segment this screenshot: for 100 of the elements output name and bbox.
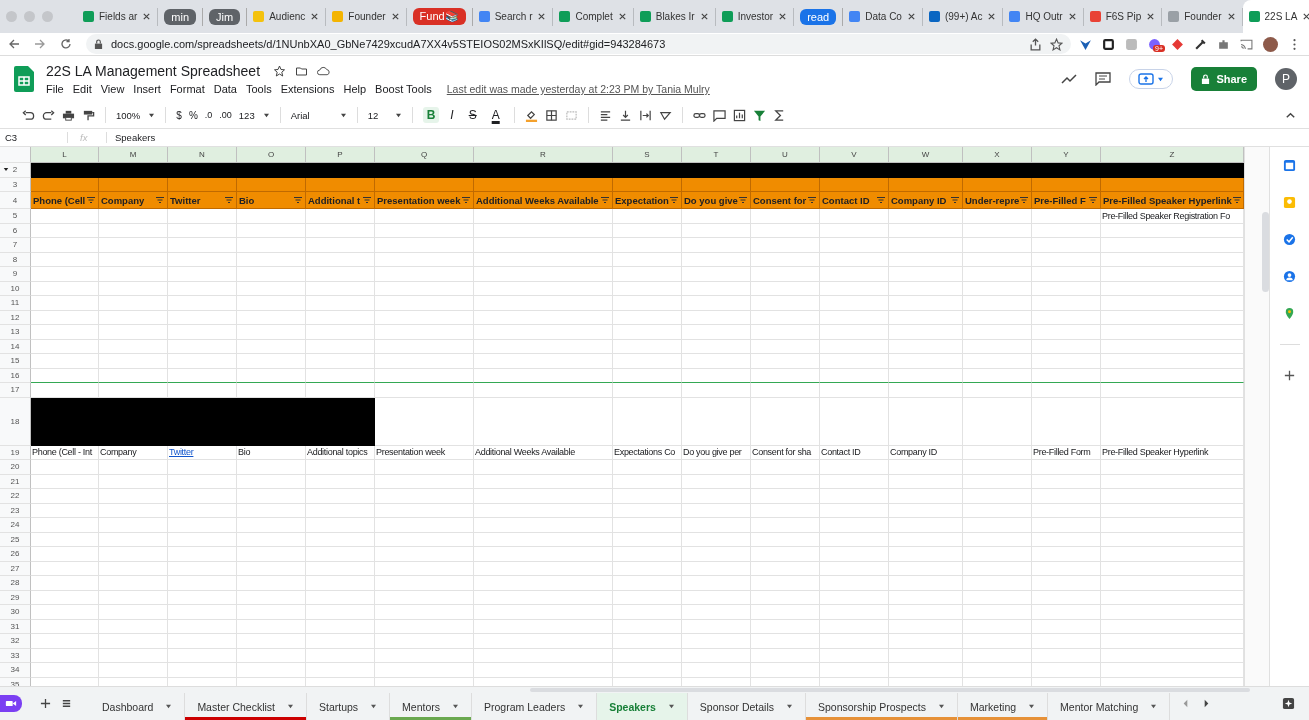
font-dropdown[interactable]: Arial bbox=[290, 109, 347, 121]
corner-cell[interactable] bbox=[0, 147, 31, 163]
format-button[interactable]: B bbox=[422, 107, 440, 123]
filter-icon[interactable] bbox=[669, 196, 679, 204]
column-header[interactable]: Z bbox=[1101, 147, 1244, 163]
row-header[interactable]: 11 bbox=[0, 296, 31, 311]
menu-item[interactable]: File bbox=[46, 83, 64, 95]
comment-icon[interactable] bbox=[1095, 72, 1112, 86]
row-header[interactable]: 7 bbox=[0, 238, 31, 253]
column-header[interactable]: P bbox=[306, 147, 375, 163]
browser-tab[interactable]: F6S Pip bbox=[1083, 7, 1163, 26]
filter-icon[interactable] bbox=[1088, 196, 1098, 204]
close-icon[interactable] bbox=[310, 12, 320, 21]
column-header[interactable]: V bbox=[820, 147, 889, 163]
name-box[interactable]: C3 bbox=[0, 132, 68, 143]
close-icon[interactable] bbox=[778, 12, 788, 21]
close-icon[interactable] bbox=[142, 12, 152, 21]
vertical-align-icon[interactable] bbox=[618, 108, 632, 122]
camera-button[interactable] bbox=[0, 695, 22, 712]
filter-icon[interactable] bbox=[876, 196, 886, 204]
filter-icon[interactable] bbox=[155, 196, 165, 204]
merge-cells-icon[interactable] bbox=[564, 108, 578, 122]
sheet-tab[interactable]: Mentors bbox=[390, 693, 473, 720]
row-header[interactable]: 22 bbox=[0, 489, 31, 504]
print-icon[interactable] bbox=[62, 108, 75, 122]
row-header[interactable]: 20 bbox=[0, 460, 31, 475]
trend-icon[interactable] bbox=[1061, 72, 1078, 86]
row-header[interactable]: 4 bbox=[0, 192, 31, 209]
cell-link[interactable]: Twitter bbox=[169, 447, 194, 458]
filter-icon[interactable] bbox=[807, 196, 817, 204]
filter-icon[interactable] bbox=[752, 108, 766, 122]
menu-item[interactable]: Insert bbox=[133, 83, 161, 95]
sheet-tab[interactable]: Sponsorship Prospects bbox=[806, 693, 958, 720]
paint-format-icon[interactable] bbox=[82, 108, 95, 122]
close-icon[interactable] bbox=[1302, 12, 1309, 21]
tab-group-chip[interactable]: read bbox=[800, 8, 837, 25]
close-icon[interactable] bbox=[1067, 12, 1077, 21]
share-button[interactable]: Share bbox=[1191, 67, 1257, 91]
tab-group-chip[interactable]: min bbox=[164, 8, 197, 25]
close-icon[interactable] bbox=[906, 12, 916, 21]
format-button[interactable]: S bbox=[464, 107, 481, 123]
row-header[interactable]: 2 bbox=[0, 163, 31, 178]
row-header[interactable]: 15 bbox=[0, 354, 31, 369]
format-button[interactable]: A bbox=[487, 107, 504, 123]
sheet-tab[interactable]: Sponsor Details bbox=[687, 693, 806, 720]
add-icon[interactable] bbox=[1283, 369, 1296, 382]
browser-tab[interactable]: Fields ar bbox=[77, 7, 159, 26]
filter-icon[interactable] bbox=[224, 196, 234, 204]
tasks-icon[interactable] bbox=[1283, 233, 1296, 246]
percent-button[interactable]: % bbox=[188, 109, 198, 121]
browser-tab[interactable]: Audienc bbox=[247, 7, 327, 26]
calendar-icon[interactable] bbox=[1283, 159, 1296, 172]
scrollbar-thumb[interactable] bbox=[1262, 212, 1269, 292]
sheets-logo-icon[interactable] bbox=[14, 66, 34, 92]
column-header[interactable]: W bbox=[889, 147, 963, 163]
column-header[interactable]: X bbox=[963, 147, 1032, 163]
fill-color-icon[interactable] bbox=[524, 108, 538, 122]
menu-item[interactable]: Data bbox=[213, 83, 237, 95]
account-avatar[interactable]: P bbox=[1275, 68, 1297, 90]
close-icon[interactable] bbox=[987, 12, 997, 21]
format-dropdown[interactable]: 123 bbox=[238, 109, 270, 121]
menu-item[interactable]: Extensions bbox=[280, 83, 335, 95]
column-header[interactable]: R bbox=[474, 147, 613, 163]
browser-tab[interactable]: Investor bbox=[715, 7, 795, 26]
add-sheet-icon[interactable] bbox=[40, 698, 51, 709]
close-icon[interactable] bbox=[1146, 12, 1156, 21]
font-size-dropdown[interactable]: 12 bbox=[367, 109, 402, 121]
column-header[interactable]: O bbox=[237, 147, 306, 163]
menu-item[interactable]: Tools bbox=[245, 83, 272, 95]
browser-tab[interactable]: Founder bbox=[326, 7, 407, 26]
extension-icon[interactable] bbox=[1102, 37, 1115, 51]
chart-icon[interactable] bbox=[732, 108, 746, 122]
menu-item[interactable]: Help bbox=[343, 83, 367, 95]
row-header[interactable]: 28 bbox=[0, 576, 31, 591]
sheet-tab[interactable]: Master Checklist bbox=[185, 693, 307, 720]
borders-icon[interactable] bbox=[544, 108, 558, 122]
cast-icon[interactable] bbox=[1240, 37, 1253, 51]
undo-icon[interactable] bbox=[22, 108, 35, 122]
close-icon[interactable] bbox=[1226, 12, 1236, 21]
filter-icon[interactable] bbox=[293, 196, 303, 204]
column-header[interactable]: L bbox=[31, 147, 99, 163]
row-header[interactable]: 26 bbox=[0, 547, 31, 562]
sheet-tab[interactable]: Startups bbox=[307, 693, 391, 720]
browser-tab[interactable]: (99+) Ac bbox=[922, 7, 1004, 26]
row-header[interactable]: 9 bbox=[0, 267, 31, 282]
browser-tab[interactable]: Complet bbox=[553, 7, 634, 26]
close-icon[interactable] bbox=[699, 12, 709, 21]
star-icon[interactable] bbox=[273, 65, 287, 77]
row-header[interactable]: 17 bbox=[0, 383, 31, 398]
decrease-decimal-button[interactable]: .0 bbox=[204, 110, 213, 120]
tab-group-chip[interactable]: Jim bbox=[209, 8, 241, 25]
filter-icon[interactable] bbox=[600, 196, 610, 204]
menu-item[interactable]: Format bbox=[169, 83, 205, 95]
currency-button[interactable]: $ bbox=[176, 109, 182, 121]
close-icon[interactable] bbox=[390, 12, 400, 21]
browser-tab[interactable]: Data Co bbox=[843, 7, 923, 26]
row-header[interactable]: 5 bbox=[0, 209, 31, 224]
filter-icon[interactable] bbox=[461, 196, 471, 204]
document-title[interactable]: 22S LA Management Spreadsheet bbox=[46, 63, 261, 79]
column-header[interactable]: N bbox=[168, 147, 237, 163]
